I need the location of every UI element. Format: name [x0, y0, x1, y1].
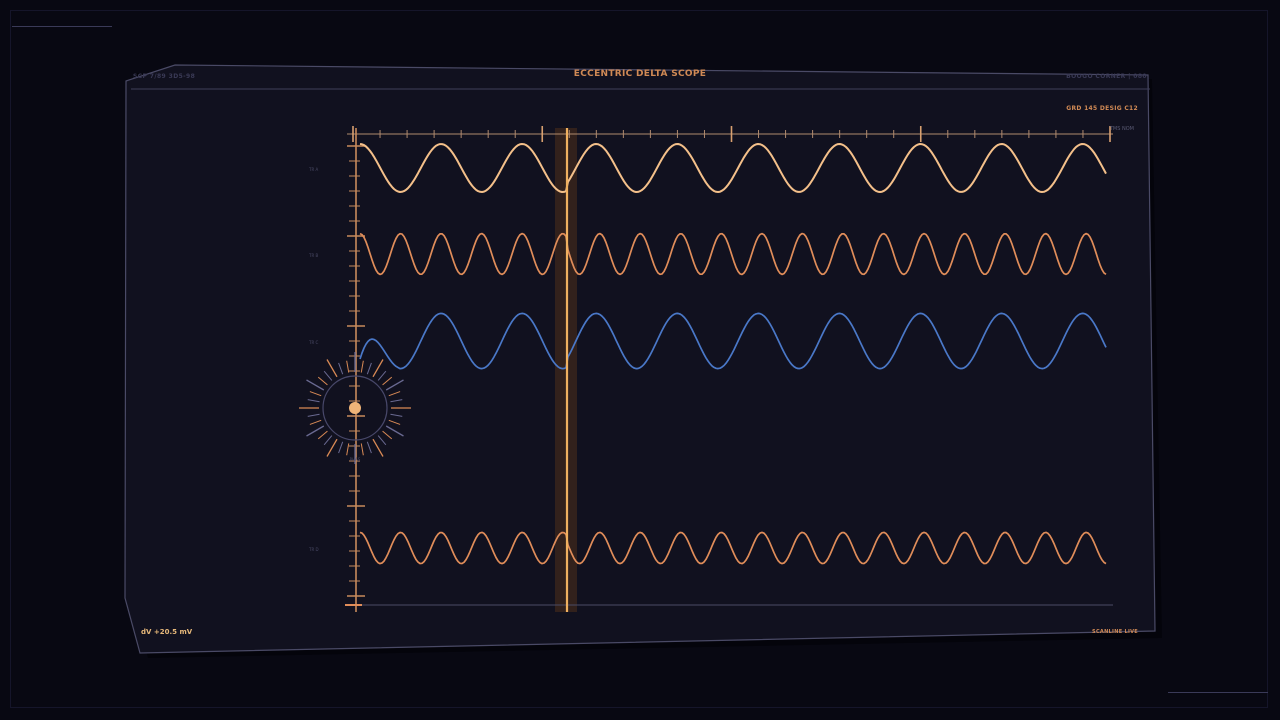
time-axis-label: TMS NOM: [1109, 126, 1134, 132]
dial-knob[interactable]: [349, 402, 361, 414]
grid-designation: GRD 145 DESIG C12: [1066, 105, 1138, 112]
dial-label: PHAS: [350, 457, 361, 462]
panel-title: ECCENTRIC DELTA SCOPE: [573, 69, 707, 79]
header-left-code: SCP 7/89 3D5-98: [133, 73, 196, 80]
trace-label-a: TR A: [309, 167, 319, 172]
trace-label-b: TR B: [309, 253, 319, 258]
header-right-code: BOOGO CORNER | 080: [1066, 73, 1147, 80]
trace-label-c: TR C: [309, 340, 319, 345]
trace-label-d: TR D: [309, 547, 319, 552]
dv-readout: dV +20.5 mV: [141, 628, 193, 636]
scope-panel: [124, 64, 1156, 654]
scan-status: SCANLINE LIVE: [1092, 629, 1138, 635]
